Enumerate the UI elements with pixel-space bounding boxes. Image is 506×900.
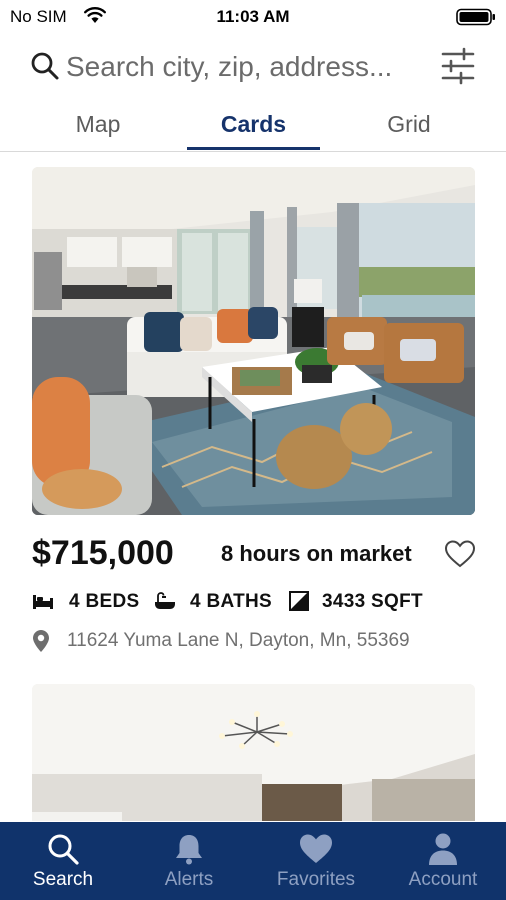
heart-icon [300, 834, 332, 863]
time-on-market: 8 hours on market [221, 541, 412, 566]
bell-icon [176, 835, 202, 865]
nav-search-label: Search [32, 869, 94, 890]
status-bar: No SIM 11:03 AM [0, 0, 506, 34]
nav-account-label: Account [408, 869, 478, 890]
clock: 11:03 AM [216, 7, 290, 26]
search-icon [48, 834, 79, 865]
bed-icon [33, 595, 53, 609]
nav-favorites[interactable]: Favorites [253, 822, 379, 900]
search-bar [0, 34, 506, 100]
active-tab-indicator [187, 147, 320, 150]
search-input[interactable] [66, 46, 428, 88]
area-icon [289, 591, 309, 611]
search-icon[interactable] [30, 51, 60, 81]
bottom-tab-bar: Search Alerts Favorites Account [0, 822, 506, 900]
listing-photo[interactable] [32, 684, 475, 821]
location-pin-icon [33, 630, 49, 652]
listing-photo[interactable] [32, 167, 475, 515]
listing-address: 11624 Yuma Lane N, Dayton, Mn, 55369 [67, 630, 410, 651]
tab-grid[interactable]: Grid [345, 100, 473, 151]
battery-icon [456, 8, 495, 26]
nav-search[interactable]: Search [0, 822, 126, 900]
nav-alerts-label: Alerts [164, 869, 214, 890]
nav-account[interactable]: Account [380, 822, 506, 900]
favorite-heart-icon[interactable] [444, 539, 476, 569]
beds-count: 4 BEDS [69, 591, 140, 612]
person-icon [429, 833, 457, 865]
listing-price: $715,000 [32, 534, 174, 572]
nav-favorites-label: Favorites [276, 869, 356, 890]
filter-sliders-icon[interactable] [440, 46, 476, 86]
view-tabs: Map Cards Grid [0, 100, 506, 152]
living-room-photo [32, 167, 475, 515]
tab-map[interactable]: Map [34, 100, 162, 151]
listing-specs: 4 BEDS 4 BATHS 3433 SQFT [32, 589, 475, 615]
baths-count: 4 BATHS [190, 591, 272, 612]
listing-feed[interactable]: $715,000 8 hours on market 4 BEDS 4 BATH… [0, 153, 506, 821]
ceiling-light-photo [32, 684, 475, 821]
listing-address-row: 11624 Yuma Lane N, Dayton, Mn, 55369 [32, 629, 475, 655]
bathtub-icon [155, 592, 175, 609]
nav-alerts[interactable]: Alerts [126, 822, 252, 900]
square-footage: 3433 SQFT [322, 591, 423, 612]
tab-cards[interactable]: Cards [187, 100, 320, 151]
